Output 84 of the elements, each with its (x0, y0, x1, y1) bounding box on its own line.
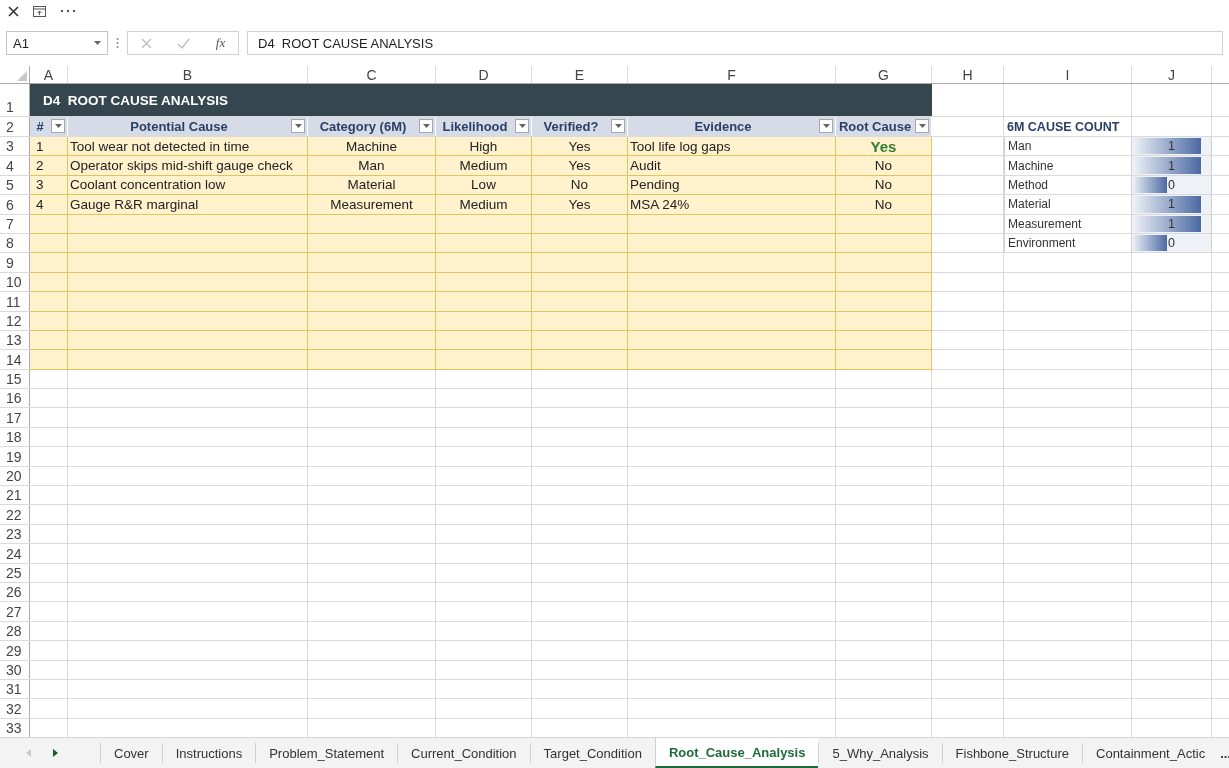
filter-button[interactable] (515, 119, 529, 133)
table-cell: Yes (532, 137, 628, 157)
table-cell: Yes (532, 195, 628, 215)
insert-function-button[interactable]: fx (215, 35, 226, 51)
table-cell: Gauge R&R marginal (68, 195, 308, 215)
table-cell: Operator skips mid-shift gauge check (68, 156, 308, 176)
check-icon[interactable] (177, 37, 191, 49)
table-cell: No (836, 156, 932, 176)
column-heading: Root Cause (836, 117, 932, 136)
table-cell: Low (436, 175, 532, 196)
more-icon[interactable] (60, 9, 76, 13)
sheet-tab[interactable]: Instructions (161, 743, 256, 763)
table-cell: Medium (436, 156, 532, 176)
table-cell: 1 (1132, 137, 1212, 156)
table-cell (30, 311, 68, 331)
filter-button[interactable] (291, 119, 305, 133)
sheet-tab[interactable]: Problem_Statement (255, 743, 398, 763)
table-cell: Machine (1004, 156, 1132, 175)
count-table-title: 6M CAUSE COUNT (1006, 120, 1120, 136)
table-cell (30, 292, 68, 312)
table-cell: No (532, 175, 628, 196)
table-cell: Yes (836, 137, 932, 157)
table-cell: Material (1004, 195, 1132, 214)
drag-handle-icon[interactable] (116, 37, 119, 49)
restore-window-icon[interactable] (33, 5, 46, 17)
column-heading: Verified? (532, 117, 628, 136)
sheet-tab[interactable]: 5_Why_Analysis (818, 743, 942, 763)
table-cell: High (436, 137, 532, 157)
table-cell (30, 233, 68, 254)
table-cell (30, 330, 68, 351)
filter-button[interactable] (819, 119, 833, 133)
table-cell (30, 214, 68, 234)
table-cell: Coolant concentration low (68, 175, 308, 196)
table-cell: Machine (308, 137, 436, 157)
sheet-tab[interactable]: Containment_Actic (1082, 743, 1219, 763)
name-box[interactable]: A1 (6, 31, 108, 55)
caret-icon (294, 124, 302, 128)
column-heading: Category (6M) (308, 117, 436, 136)
column-heading: Potential Cause (68, 117, 308, 136)
next-sheet-icon[interactable] (53, 749, 58, 757)
table-cell: Man (308, 156, 436, 176)
caret-icon (822, 124, 830, 128)
caret-icon (422, 124, 430, 128)
table-cell: 2 (30, 156, 68, 176)
formula-field[interactable]: D4 ROOT CAUSE ANALYSIS (247, 31, 1223, 55)
table-cell: No (836, 175, 932, 196)
filter-button[interactable] (611, 119, 625, 133)
close-icon[interactable] (8, 5, 19, 17)
sheet-tab[interactable]: Current_Condition (397, 743, 530, 763)
table-cell: Tool wear not detected in time (68, 137, 308, 157)
sheet-title: D4 ROOT CAUSE ANALYSIS (30, 84, 932, 116)
sheet-tab[interactable]: Fishbone_Structure (941, 743, 1082, 763)
caret-icon (918, 124, 926, 128)
sheet-tab[interactable]: Cover (100, 743, 162, 763)
table-cell (30, 253, 68, 273)
table-cell: 4 (30, 195, 68, 215)
caret-icon (614, 124, 622, 128)
table-cell: Tool life log gaps (628, 137, 836, 157)
filter-button[interactable] (419, 119, 433, 133)
column-heading: Evidence (628, 117, 836, 136)
table-cell: Material (308, 175, 436, 196)
table-cell: Man (1004, 137, 1132, 156)
filter-button[interactable] (915, 119, 929, 133)
table-cell: 1 (1132, 156, 1212, 175)
table-cell: 1 (30, 137, 68, 157)
filter-button[interactable] (51, 119, 65, 133)
caret-icon (518, 124, 526, 128)
table-cell: Pending (628, 175, 836, 196)
sheet-tab[interactable]: Root_Cause_Analysis (654, 738, 819, 768)
table-cell: Measurement (308, 195, 436, 215)
table-cell (30, 350, 68, 370)
caret-icon (54, 124, 62, 128)
table-cell: 3 (30, 175, 68, 196)
column-heading: # (30, 117, 68, 136)
caret-icon (94, 41, 101, 45)
table-cell: No (836, 195, 932, 215)
table-cell: Audit (628, 156, 836, 176)
table-cell (30, 272, 68, 293)
column-heading: Likelihood (436, 117, 532, 136)
table-cell: Medium (436, 195, 532, 215)
table-cell: MSA 24% (628, 195, 836, 215)
table-cell: Yes (532, 156, 628, 176)
table-cell: 1 (1132, 195, 1212, 214)
sheet-tab[interactable]: Target_Condition (529, 743, 655, 763)
